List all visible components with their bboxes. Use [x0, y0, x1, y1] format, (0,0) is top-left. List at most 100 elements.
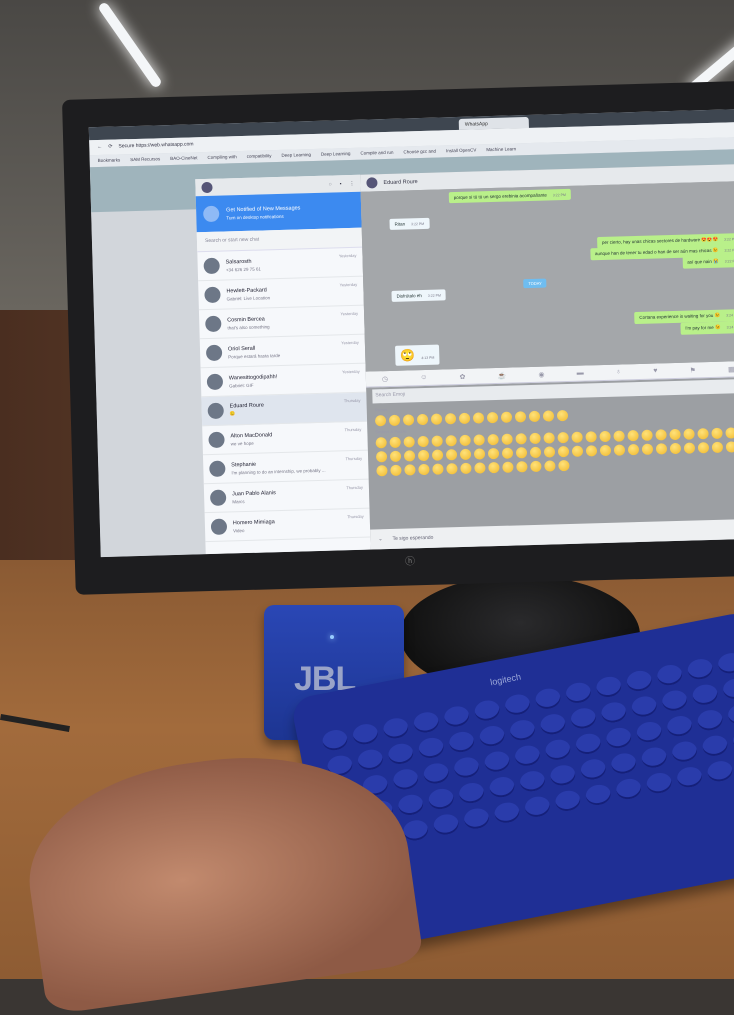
object-icon[interactable]: ♁	[616, 368, 621, 375]
emoji-icon[interactable]	[487, 447, 500, 460]
emoji-icon[interactable]	[711, 427, 723, 439]
keyboard-key[interactable]	[457, 780, 486, 806]
keyboard-key[interactable]	[523, 794, 552, 819]
keyboard-key[interactable]	[614, 776, 643, 802]
bookmark-item[interactable]: SAM Recursos	[130, 156, 160, 163]
status-icon[interactable]: ◌	[329, 181, 332, 187]
keyboard-key[interactable]	[351, 722, 380, 747]
keyboard-key[interactable]	[543, 737, 573, 762]
keyboard-key[interactable]	[412, 710, 441, 735]
keyboard-key[interactable]	[609, 751, 638, 776]
keyboard-key[interactable]	[564, 680, 593, 706]
chat-list-item[interactable]: Juan Pablo Alanis Marcs Thursday	[203, 479, 370, 514]
keyboard-key[interactable]	[705, 759, 734, 784]
emoji-icon[interactable]	[725, 441, 734, 453]
keyboard-key[interactable]	[604, 725, 633, 751]
emoji-icon[interactable]	[389, 450, 402, 462]
emoji-icon[interactable]	[487, 433, 499, 446]
keyboard-key[interactable]	[356, 747, 385, 772]
emoji-icon[interactable]	[417, 449, 430, 462]
keyboard-key[interactable]	[472, 698, 502, 723]
emoji-icon[interactable]	[430, 413, 443, 425]
emoji-icon[interactable]	[529, 432, 541, 445]
emoji-icon[interactable]	[669, 428, 681, 441]
keyboard-key[interactable]	[422, 761, 451, 786]
emoji-icon[interactable]	[375, 437, 387, 449]
emoji-icon[interactable]	[431, 435, 443, 447]
emoji-icon[interactable]	[473, 448, 486, 460]
emoji-icon[interactable]	[556, 409, 569, 422]
emoji-icon[interactable]	[403, 450, 416, 462]
activity-icon[interactable]: ◉	[538, 370, 544, 378]
emoji-icon[interactable]	[432, 463, 444, 475]
bookmark-item[interactable]: Compile and run	[360, 150, 393, 157]
emoji-icon[interactable]	[697, 428, 709, 440]
emoji-icon[interactable]	[514, 411, 527, 423]
keyboard-key[interactable]	[477, 723, 507, 749]
bookmark-item[interactable]: Deep Learning	[281, 152, 311, 159]
emoji-icon[interactable]	[403, 436, 415, 448]
emoji-icon[interactable]	[585, 445, 598, 457]
emoji-icon[interactable]	[460, 462, 472, 475]
keyboard-key[interactable]	[442, 704, 471, 729]
travel-icon[interactable]: ▬	[577, 370, 584, 377]
emoji-icon[interactable]	[697, 442, 710, 454]
emoji-icon[interactable]	[431, 449, 444, 461]
bookmark-item[interactable]: Compiling with	[207, 154, 236, 161]
food-icon[interactable]: ☕	[497, 371, 507, 379]
emoji-icon[interactable]	[627, 430, 639, 442]
bookmark-item[interactable]: compatibility	[247, 153, 272, 160]
chat-list-item[interactable]: Alton MacDonald we ve hope Thursday	[202, 421, 368, 456]
keyboard-key[interactable]	[670, 739, 699, 764]
notification-subtitle[interactable]: Turn on desktop notifications	[226, 213, 300, 220]
emoji-icon[interactable]	[543, 446, 556, 458]
chat-list-item[interactable]: Wanesittogodipahh! Gabriel: GIF Yesterday	[200, 363, 367, 398]
keyboard-key[interactable]	[700, 733, 730, 758]
emoji-icon[interactable]	[459, 434, 471, 447]
emoji-icon[interactable]	[641, 443, 654, 455]
emoji-icon[interactable]	[711, 441, 724, 453]
keyboard-key[interactable]	[574, 731, 603, 757]
keyboard-key[interactable]	[447, 729, 476, 755]
contact-avatar[interactable]	[366, 177, 378, 189]
keyboard-key[interactable]	[426, 786, 456, 812]
emoji-icon[interactable]	[444, 413, 457, 425]
emoji-icon[interactable]	[557, 445, 570, 458]
emoji-icon[interactable]	[417, 435, 429, 448]
keyboard-key[interactable]	[381, 716, 411, 741]
keyboard-key[interactable]	[553, 788, 583, 814]
emoji-icon[interactable]	[416, 413, 429, 426]
emoji-icon[interactable]	[557, 431, 569, 444]
emoji-icon[interactable]	[404, 464, 416, 476]
emoji-icon[interactable]	[402, 414, 415, 426]
keyboard-key[interactable]	[599, 700, 629, 725]
bookmark-item[interactable]: BAO-CineNet	[170, 155, 197, 162]
keyboard-key[interactable]	[396, 792, 425, 818]
emoji-icon[interactable]	[472, 412, 485, 424]
keyboard-key[interactable]	[625, 668, 654, 694]
keyboard-key[interactable]	[417, 735, 446, 761]
emoji-icon[interactable]	[473, 434, 485, 446]
notification-banner[interactable]: Get Notified of New Messages Turn on des…	[195, 191, 362, 233]
keyboard-key[interactable]	[386, 741, 415, 767]
keyboard-key[interactable]	[452, 755, 481, 780]
emoji-icon[interactable]	[445, 449, 458, 461]
keyboard-key[interactable]	[695, 708, 725, 733]
chat-list-item[interactable]: Stephanie I'm planning to do an internshi…	[202, 450, 369, 485]
bookmark-item[interactable]: Choose gcc and	[403, 149, 436, 156]
chat-list-item[interactable]: Eduard Roure 😐 Thursday	[201, 392, 368, 427]
keyboard-key[interactable]	[320, 727, 350, 753]
keyboard-key[interactable]	[584, 782, 613, 808]
emoji-icon[interactable]	[501, 447, 514, 459]
url-text[interactable]: Secure https://web.whatsapp.com	[118, 141, 193, 150]
keyboard-key[interactable]	[533, 686, 563, 711]
emoji-icon[interactable]	[501, 433, 513, 445]
flag-icon[interactable]: ⚑	[690, 366, 696, 374]
keyboard-key[interactable]	[462, 806, 491, 831]
chat-list-item[interactable]: Homero Mimiaga Video Thursday	[204, 508, 371, 543]
keyboard-key[interactable]	[690, 682, 720, 707]
new-chat-icon[interactable]: ▪	[340, 181, 342, 187]
emoji-icon[interactable]	[488, 461, 500, 474]
emoji-icon[interactable]	[599, 430, 611, 443]
emoji-icon[interactable]	[515, 447, 528, 459]
